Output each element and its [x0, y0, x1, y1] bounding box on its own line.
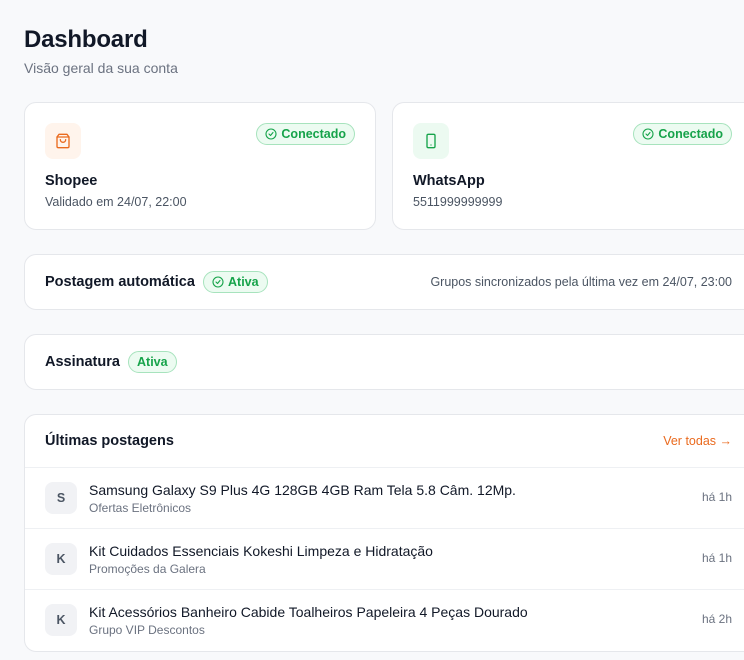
subscription-title: Assinatura — [45, 354, 120, 370]
post-avatar: S — [45, 482, 77, 514]
shopee-status-badge: Conectado — [256, 123, 355, 145]
subscription-status-badge: Ativa — [128, 351, 177, 373]
auto-posting-status-badge: Ativa — [203, 271, 268, 293]
recent-posts-header: Últimas postagens Ver todas → — [25, 415, 744, 468]
whatsapp-name: WhatsApp — [413, 173, 485, 189]
whatsapp-detail: 5511999999999 — [413, 195, 503, 209]
post-time: há 1h — [701, 551, 732, 565]
subscription-status-label: Ativa — [137, 355, 168, 369]
recent-posts-card: Últimas postagens Ver todas → S Samsung … — [24, 414, 744, 652]
check-circle-icon — [642, 128, 654, 140]
post-row[interactable]: K Kit Cuidados Essenciais Kokeshi Limpez… — [25, 529, 744, 590]
post-row[interactable]: S Samsung Galaxy S9 Plus 4G 128GB 4GB Ra… — [25, 468, 744, 529]
page-title: Dashboard — [24, 26, 148, 53]
whatsapp-status-badge: Conectado — [633, 123, 732, 145]
auto-posting-card: Postagem automática Ativa Grupos sincron… — [24, 254, 744, 310]
shopee-detail: Validado em 24/07, 22:00 — [45, 195, 187, 209]
post-time: há 2h — [701, 612, 732, 626]
whatsapp-status-label: Conectado — [658, 127, 723, 141]
page-subtitle: Visão geral da sua conta — [24, 60, 178, 76]
shopping-bag-icon — [45, 123, 81, 159]
post-avatar: K — [45, 543, 77, 575]
auto-posting-status-label: Ativa — [228, 275, 259, 289]
post-title: Kit Cuidados Essenciais Kokeshi Limpeza … — [89, 543, 433, 559]
post-group: Promoções da Galera — [89, 562, 206, 576]
check-circle-icon — [265, 128, 277, 140]
post-group: Ofertas Eletrônicos — [89, 501, 192, 515]
post-title: Kit Acessórios Banheiro Cabide Toalheiro… — [89, 604, 528, 620]
whatsapp-card: Conectado WhatsApp 5511999999999 — [392, 102, 744, 230]
subscription-card: Assinatura Ativa — [24, 334, 744, 390]
smartphone-icon — [413, 123, 449, 159]
post-group: Grupo VIP Descontos — [89, 623, 205, 637]
auto-posting-title: Postagem automática — [45, 274, 195, 290]
sync-status-text: Grupos sincronizados pela última vez em … — [430, 275, 732, 289]
see-all-link[interactable]: Ver todas → — [663, 434, 732, 448]
shopee-status-label: Conectado — [281, 127, 346, 141]
shopee-name: Shopee — [45, 173, 98, 189]
post-avatar: K — [45, 604, 77, 636]
post-time: há 1h — [701, 490, 732, 504]
post-row[interactable]: K Kit Acessórios Banheiro Cabide Toalhei… — [25, 590, 744, 651]
post-title: Samsung Galaxy S9 Plus 4G 128GB 4GB Ram … — [89, 482, 516, 498]
shopee-card: Conectado Shopee Validado em 24/07, 22:0… — [24, 102, 376, 230]
check-circle-icon — [212, 276, 224, 288]
recent-posts-title: Últimas postagens — [45, 433, 174, 449]
